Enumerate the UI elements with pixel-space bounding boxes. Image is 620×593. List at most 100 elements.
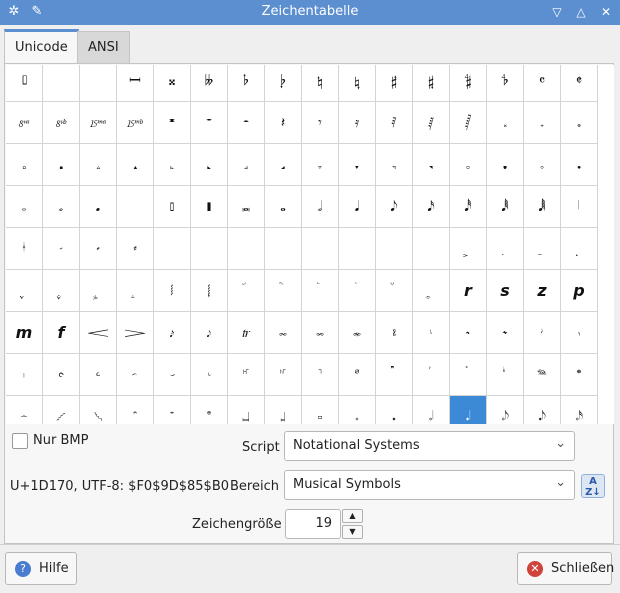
character-grid-viewport[interactable]: 𝄦 𝄧 𝄨 𝄩 𝄪 𝄫 𝄬 𝄭 𝄮 𝄯 𝄰 𝄱 𝄲 𝄳 𝄴 𝄵 𝄶 𝄷 𝄸 𝄹 𝄺 𝄻 𝄼 𝄽 𝄾 𝄿 𝅀 𝅁 𝅂 𝅃 𝅄 𝅅 𝅆 𝅇 𝅈 𝅉 𝅊 𝅋 𝅌 𝅍…: [6, 65, 614, 424]
character-cell[interactable]: 𝆚: [376, 312, 413, 354]
character-cell[interactable]: 𝅍: [265, 144, 302, 186]
character-cell[interactable]: 𝆢: [80, 354, 117, 396]
character-cell[interactable]: 𝆜: [450, 312, 487, 354]
character-cell[interactable]: 𝆈: [339, 270, 376, 312]
character-cell[interactable]: 𝄵: [561, 65, 598, 102]
character-cell[interactable]: 𝅁: [413, 102, 450, 144]
character-cell[interactable]: 𝅌: [228, 144, 265, 186]
character-cell[interactable]: 𝄦: [6, 65, 43, 102]
character-cell[interactable]: 𝆷: [265, 396, 302, 424]
character-cell[interactable]: 𝆀: [43, 270, 80, 312]
character-cell[interactable]: 𝆤: [154, 354, 191, 396]
character-cell[interactable]: 𝄶: [6, 102, 43, 144]
character-cell[interactable]: 𝆬: [450, 354, 487, 396]
character-cell[interactable]: 𝄺: [154, 102, 191, 144]
character-cell[interactable]: 𝅐: [376, 144, 413, 186]
character-cell[interactable]: 𝆺𝅥: [450, 396, 487, 424]
character-cell[interactable]: 𝅒: [450, 144, 487, 186]
character-cell[interactable]: 𝆄: [191, 270, 228, 312]
character-cell[interactable]: 𝄧: [43, 65, 80, 102]
character-cell[interactable]: 𝄬: [228, 65, 265, 102]
character-cell[interactable]: 𝆺𝅥𝅮: [524, 396, 561, 424]
character-cell[interactable]: 𝆝: [487, 312, 524, 354]
character-cell[interactable]: m: [6, 312, 43, 354]
character-cell[interactable]: 𝆞: [524, 312, 561, 354]
character-cell[interactable]: 𝅘𝅥𝅰: [450, 186, 487, 228]
character-cell[interactable]: z: [524, 270, 561, 312]
character-cell[interactable]: 𝄼: [228, 102, 265, 144]
character-cell[interactable]: 𝄴: [524, 65, 561, 102]
character-cell[interactable]: s: [487, 270, 524, 312]
character-cell[interactable]: 𝆨: [302, 354, 339, 396]
character-cell[interactable]: 𝅧: [43, 228, 80, 270]
character-cell[interactable]: 𝆳: [117, 396, 154, 424]
character-cell[interactable]: 𝅦: [6, 228, 43, 270]
character-cell[interactable]: 𝅋: [191, 144, 228, 186]
character-cell[interactable]: 𝆶: [228, 396, 265, 424]
character-cell[interactable]: 𝆹𝅥𝅮: [487, 396, 524, 424]
tab-unicode[interactable]: Unicode: [4, 29, 79, 64]
character-cell[interactable]: 𝆦: [228, 354, 265, 396]
help-button[interactable]: ? Hilfe: [5, 552, 77, 585]
character-cell[interactable]: [413, 228, 450, 270]
character-cell[interactable]: 𝄮: [302, 65, 339, 102]
character-cell[interactable]: 𝆹𝅥: [413, 396, 450, 424]
character-cell[interactable]: 𝆹𝅥𝅯: [561, 396, 598, 424]
character-cell[interactable]: 𝄫: [191, 65, 228, 102]
character-cell[interactable]: 𝅛: [191, 186, 228, 228]
spin-down-icon[interactable]: ▼: [342, 525, 363, 539]
character-cell[interactable]: 𝆲: [80, 396, 117, 424]
character-cell[interactable]: 𝆘: [302, 312, 339, 354]
character-cell[interactable]: 𝅗𝅥: [302, 186, 339, 228]
character-cell[interactable]: 𝆫: [413, 354, 450, 396]
character-cell[interactable]: 𝅗: [43, 186, 80, 228]
character-cell[interactable]: 𝆓: [117, 312, 154, 354]
character-cell[interactable]: 𝅘𝅥: [339, 186, 376, 228]
character-cell[interactable]: 𝅖: [6, 186, 43, 228]
bereich-combobox[interactable]: Musical Symbols ⌄: [284, 470, 575, 500]
chevron-down-icon[interactable]: ▽: [548, 3, 566, 21]
character-cell[interactable]: 𝆇: [302, 270, 339, 312]
character-cell[interactable]: 𝅙: [117, 186, 154, 228]
character-cell[interactable]: [302, 228, 339, 270]
character-cell[interactable]: [228, 228, 265, 270]
character-cell[interactable]: 𝅾: [561, 228, 598, 270]
character-cell[interactable]: 𝅀: [376, 102, 413, 144]
character-cell[interactable]: 𝅻: [450, 228, 487, 270]
character-cell[interactable]: 𝅓: [487, 144, 524, 186]
character-cell[interactable]: r: [450, 270, 487, 312]
character-cell[interactable]: 𝆆: [265, 270, 302, 312]
character-cell[interactable]: 𝄭: [265, 65, 302, 102]
character-cell[interactable]: 𝄪: [154, 65, 191, 102]
character-cell[interactable]: 𝅽: [524, 228, 561, 270]
character-cell[interactable]: 𝆩: [339, 354, 376, 396]
nur-bmp-checkbox[interactable]: [12, 433, 28, 449]
close-button[interactable]: ✕ Schließen: [517, 552, 612, 585]
character-cell[interactable]: 𝅘𝅥𝅲: [524, 186, 561, 228]
character-cell[interactable]: 𝅼: [487, 228, 524, 270]
character-cell[interactable]: 𝅈: [80, 144, 117, 186]
character-cell[interactable]: 𝆰: [6, 396, 43, 424]
character-cell[interactable]: 𝆵: [191, 396, 228, 424]
character-cell[interactable]: 𝅎: [302, 144, 339, 186]
character-cell[interactable]: 𝆔: [154, 312, 191, 354]
size-spinbox[interactable]: 19: [285, 509, 341, 539]
character-cell[interactable]: 𝅃: [487, 102, 524, 144]
close-icon[interactable]: ✕: [597, 3, 615, 21]
script-combobox[interactable]: Notational Systems ⌄: [284, 431, 575, 461]
character-cell[interactable]: 𝆯: [561, 354, 598, 396]
character-cell[interactable]: 𝅆: [6, 144, 43, 186]
character-cell[interactable]: 𝆱: [43, 396, 80, 424]
character-cell[interactable]: 𝅉: [117, 144, 154, 186]
character-cell[interactable]: 𝆪: [376, 354, 413, 396]
character-cell[interactable]: 𝆖: [228, 312, 265, 354]
character-cell[interactable]: [265, 228, 302, 270]
character-cell[interactable]: 𝄷: [43, 102, 80, 144]
character-cell[interactable]: 𝆂: [117, 270, 154, 312]
character-cell[interactable]: 𝅘𝅥𝅱: [487, 186, 524, 228]
character-cell[interactable]: 𝄹: [117, 102, 154, 144]
character-cell[interactable]: 𝆅: [228, 270, 265, 312]
character-cell[interactable]: 𝆮: [524, 354, 561, 396]
character-cell[interactable]: 𝄳: [487, 65, 524, 102]
character-cell[interactable]: 𝅘𝅥𝅯: [413, 186, 450, 228]
